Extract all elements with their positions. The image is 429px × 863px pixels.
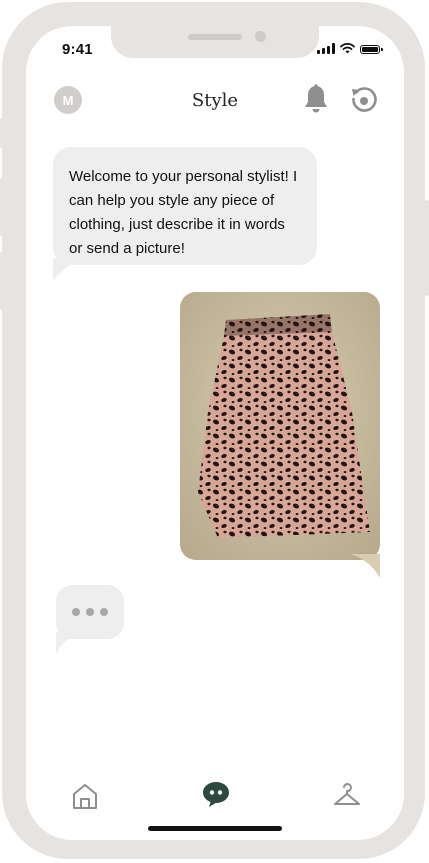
status-time: 9:41 [62,41,93,58]
typing-dot [100,608,108,616]
front-camera [255,31,266,42]
page-title: Style [191,90,239,111]
cellular-signal-icon [317,43,335,54]
bell-icon[interactable] [303,84,329,114]
message-text: Welcome to your personal stylist! I can … [69,168,298,257]
typing-indicator [56,585,124,639]
typing-dot [86,608,94,616]
notch [111,26,319,58]
home-indicator[interactable] [148,826,282,831]
battery-icon [360,45,383,54]
refresh-icon[interactable] [350,86,378,114]
bubble-tail [350,554,380,578]
skirt-photo[interactable] [180,292,380,560]
bubble-tail [53,258,89,282]
wifi-icon [340,43,355,54]
home-icon[interactable] [71,782,99,810]
power-button [425,200,429,296]
stylist-message-bubble: Welcome to your personal stylist! I can … [53,147,317,265]
chat-icon[interactable] [202,780,230,808]
speaker-grille [188,34,242,40]
phone-screen: 9:41 M Style Welcome to your personal st… [26,26,404,840]
hanger-icon[interactable] [332,781,362,809]
device-frame: 9:41 M Style Welcome to your personal st… [2,2,425,859]
typing-dot [72,608,80,616]
status-icons [317,43,383,54]
bubble-tail [56,632,82,654]
